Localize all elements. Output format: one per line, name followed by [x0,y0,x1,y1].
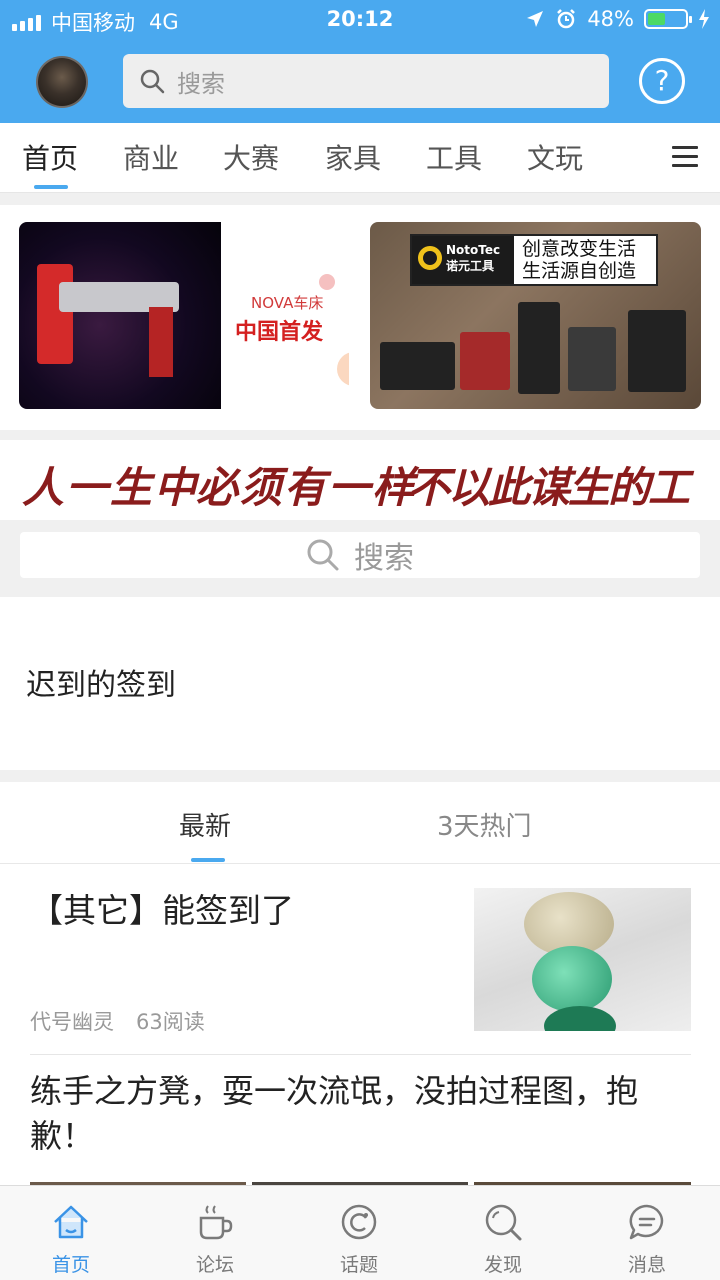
nav-messages[interactable]: 消息 [597,1186,697,1280]
post-title: 【其它】能签到了 [30,891,294,930]
alarm-icon [557,9,576,29]
search-section: 搜索 [0,520,720,597]
active-tab-indicator [191,858,225,862]
tab-label: 家具 [325,142,382,175]
post-reads: 63阅读 [136,1010,205,1034]
tab-label: 首页 [22,142,79,175]
notice-text: 迟到的签到 [26,668,176,703]
tab-label: 最新 [179,812,232,842]
tab-tools[interactable]: 工具 [426,137,482,177]
battery-percent: 48% [587,7,634,31]
decor-bubble [319,274,335,290]
location-arrow-icon [527,11,544,27]
nav-label: 话题 [339,1254,378,1276]
section-gap [0,430,720,440]
active-tab-indicator [34,185,68,189]
nav-forum[interactable]: 论坛 [165,1186,265,1280]
brand-ring-icon [418,246,442,270]
lathe-image [19,222,221,409]
section-gap [0,770,720,782]
post-item[interactable]: 练手之方凳，耍一次流氓，没拍过程图，抱歉！ [0,1055,720,1192]
section-gap [0,193,720,205]
nav-discover[interactable]: 发现 [453,1186,553,1280]
status-bar: 中国移动 4G 20:12 48% [0,0,720,40]
tool-image [628,310,686,392]
bottom-nav: 首页 论坛 话题 发现 消息 [0,1185,720,1280]
category-tabs: 首页 商业 大赛 家具 工具 文玩 [0,123,720,193]
tab-collectibles[interactable]: 文玩 [527,137,583,177]
tab-home[interactable]: 首页 [22,137,79,189]
calligraphy-text: 人一生中 [22,463,199,512]
nototec-logo: NotoTec 诺元工具 [412,236,514,284]
nav-label: 论坛 [195,1254,234,1276]
post-meta: 代号幽灵 63阅读 [30,1006,205,1036]
tab-hot-3days[interactable]: 3天热门 [437,806,532,843]
banner-headline: 中国首发 [235,320,324,345]
brand-slogan: 创意改变生活 生活源自创造 [514,236,656,284]
brand-cn: 诺元工具 [446,259,495,273]
search-icon [307,539,339,571]
jade-disc [544,1006,616,1031]
nav-label: 首页 [51,1254,90,1276]
calligraphy-text: 必须有一样 [196,463,417,512]
banner-nova-lathe[interactable]: NOVA车床 中国首发 [19,222,349,409]
search-input[interactable]: 搜索 [123,54,609,108]
nototec-logo-box: NotoTec 诺元工具 创意改变生活 生活源自创造 [410,234,658,286]
post-title: 练手之方凳，耍一次流氓，没拍过程图，抱歉！ [30,1072,639,1155]
nav-home[interactable]: 首页 [21,1186,121,1280]
nav-label: 发现 [483,1254,522,1276]
coffee-icon [199,1205,233,1240]
charging-bolt-icon [699,9,709,29]
nav-topic[interactable]: 话题 [309,1186,409,1280]
post-thumbnail [474,888,691,1031]
tool-image [568,327,616,391]
notice-card[interactable]: 迟到的签到 [0,597,720,770]
brand-en: NotoTec [446,243,501,257]
tab-latest[interactable]: 最新 [179,806,232,862]
post-author[interactable]: 代号幽灵 [30,1010,114,1034]
tab-label: 文玩 [527,142,584,175]
discover-icon [485,1204,522,1241]
nav-label: 消息 [627,1254,666,1276]
slogan-line: 创意改变生活 [522,238,637,260]
message-icon [629,1204,664,1240]
feed-tabs: 最新 3天热门 [0,782,720,864]
tab-business[interactable]: 商业 [123,137,179,177]
tool-image [460,332,510,390]
tab-label: 商业 [123,142,180,175]
jade-disc [532,946,612,1012]
tab-label: 3天热门 [437,812,532,842]
calligraphy-banner[interactable]: 人一生中 必须有一样 不以此谋生的工作 [0,440,720,573]
top-header: 搜索 ? [0,40,720,123]
slogan-line: 生活源自创造 [522,260,637,282]
avatar[interactable] [36,56,88,108]
tab-contest[interactable]: 大赛 [223,137,279,177]
tab-label: 工具 [426,142,483,175]
home-icon [54,1205,88,1239]
status-right: 48% [525,7,710,31]
help-button[interactable]: ? [639,58,685,104]
battery-fill [648,13,666,25]
tab-label: 大赛 [223,142,280,175]
decor-bubble [337,352,349,386]
search-placeholder: 搜索 [354,541,414,576]
banner-brand: NOVA车床 [251,294,324,312]
banner-nototec[interactable]: NotoTec 诺元工具 创意改变生活 生活源自创造 [370,222,701,409]
post-item[interactable]: 【其它】能签到了 代号幽灵 63阅读 [0,864,720,1054]
search-placeholder: 搜索 [177,69,225,98]
battery-icon [644,9,692,29]
forum-search-input[interactable]: 搜索 [20,532,700,578]
topic-icon [341,1204,377,1240]
tab-furniture[interactable]: 家具 [325,137,381,177]
tool-image [518,302,560,394]
tool-image [380,342,455,390]
menu-icon[interactable] [672,146,698,168]
search-icon [140,69,165,94]
